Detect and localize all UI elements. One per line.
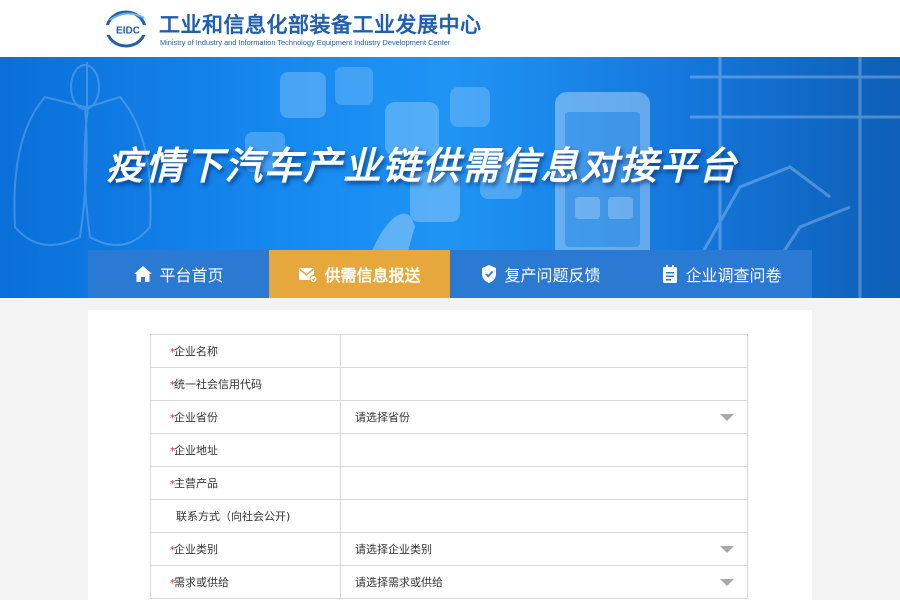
form-row-province: * 企业省份 请选择省份	[151, 401, 747, 434]
mail-report-icon	[299, 268, 318, 283]
form-row-supply-demand: * 需求或供给 请选择需求或供给	[151, 566, 747, 599]
required-mark: *	[170, 446, 175, 457]
label-text: 企业地址	[174, 444, 218, 457]
required-mark: *	[170, 347, 175, 358]
label-text: 企业省份	[174, 411, 218, 424]
label-text: 企业类别	[174, 543, 218, 556]
form-row-address: * 企业地址	[151, 434, 747, 467]
field-label: * 企业类别	[151, 533, 341, 565]
form-row-company-name: * 企业名称	[151, 335, 747, 368]
required-mark: *	[170, 578, 175, 589]
label-text: 需求或供给	[174, 576, 229, 589]
category-select[interactable]: 请选择企业类别	[341, 533, 747, 565]
label-text: 统一社会信用代码	[174, 378, 262, 391]
nav-item-label: 复产问题反馈	[504, 266, 601, 285]
credit-code-input[interactable]	[355, 368, 747, 400]
address-field[interactable]	[341, 434, 747, 466]
select-value: 请选择企业类别	[355, 543, 432, 556]
form-row-category: * 企业类别 请选择企业类别	[151, 533, 747, 566]
address-input[interactable]	[355, 434, 747, 466]
province-select[interactable]: 请选择省份	[341, 401, 747, 433]
label-text: 企业名称	[174, 345, 218, 358]
form-row-main-products: * 主营产品	[151, 467, 747, 500]
supply-demand-select[interactable]: 请选择需求或供给	[341, 566, 747, 598]
field-label: * 需求或供给	[151, 566, 341, 598]
org-name-en: Ministry of Industry and Information Tec…	[160, 38, 451, 47]
company-name-input[interactable]	[355, 335, 747, 367]
contact-input[interactable]	[355, 500, 747, 532]
nav-item-label: 企业调查问卷	[685, 266, 782, 285]
supply-demand-form: * 企业名称 * 统一社会信用代码 * 企业省份 请选择省份 * 企业地址 * 主营产品 …	[150, 334, 748, 599]
field-label: * 主营产品	[151, 467, 341, 499]
required-mark: *	[170, 545, 175, 556]
nav-item-label: 平台首页	[159, 266, 224, 285]
chevron-down-icon[interactable]	[720, 546, 734, 553]
field-label: * 企业省份	[151, 401, 341, 433]
form-row-credit-code: * 统一社会信用代码	[151, 368, 747, 401]
field-label: * 企业地址	[151, 434, 341, 466]
field-label: * 企业名称	[151, 335, 341, 367]
main-nav: 平台首页 供需信息报送 复产问题反馈 企业调查问卷	[88, 250, 812, 298]
banner-title: 疫情下汽车产业链供需信息对接平台	[106, 144, 739, 188]
label-text: 主营产品	[174, 477, 218, 490]
chevron-down-icon[interactable]	[720, 414, 734, 421]
org-name-cn: 工业和信息化部装备工业发展中心	[159, 13, 482, 37]
credit-code-field[interactable]	[341, 368, 747, 400]
main-products-field[interactable]	[341, 467, 747, 499]
nav-item-label: 供需信息报送	[324, 266, 421, 285]
label-text: 联系方式（向社会公开)	[176, 510, 291, 523]
logo-text: EIDC	[116, 26, 140, 37]
select-value: 请选择省份	[355, 411, 410, 424]
select-value: 请选择需求或供给	[355, 576, 443, 589]
nav-item-home[interactable]: 平台首页	[88, 250, 269, 298]
required-mark: *	[170, 413, 175, 424]
survey-icon	[663, 265, 678, 283]
shield-feedback-icon	[482, 265, 497, 283]
nav-item-resumption-feedback[interactable]: 复产问题反馈	[450, 250, 631, 298]
company-name-field[interactable]	[341, 335, 747, 367]
site-header: EIDC 工业和信息化部装备工业发展中心 Ministry of Industr…	[0, 0, 900, 57]
required-mark: *	[170, 479, 175, 490]
main-products-input[interactable]	[355, 467, 747, 499]
nav-item-supply-demand-report[interactable]: 供需信息报送	[269, 250, 450, 298]
eidc-logo-icon[interactable]: EIDC	[104, 8, 152, 48]
field-label: * 统一社会信用代码	[151, 368, 341, 400]
chevron-down-icon[interactable]	[720, 579, 734, 586]
form-row-contact: 联系方式（向社会公开)	[151, 500, 747, 533]
contact-field[interactable]	[341, 500, 747, 532]
field-label: 联系方式（向社会公开)	[151, 500, 341, 532]
home-icon	[134, 266, 153, 282]
nav-item-enterprise-survey[interactable]: 企业调查问卷	[631, 250, 812, 298]
required-mark: *	[170, 380, 175, 391]
